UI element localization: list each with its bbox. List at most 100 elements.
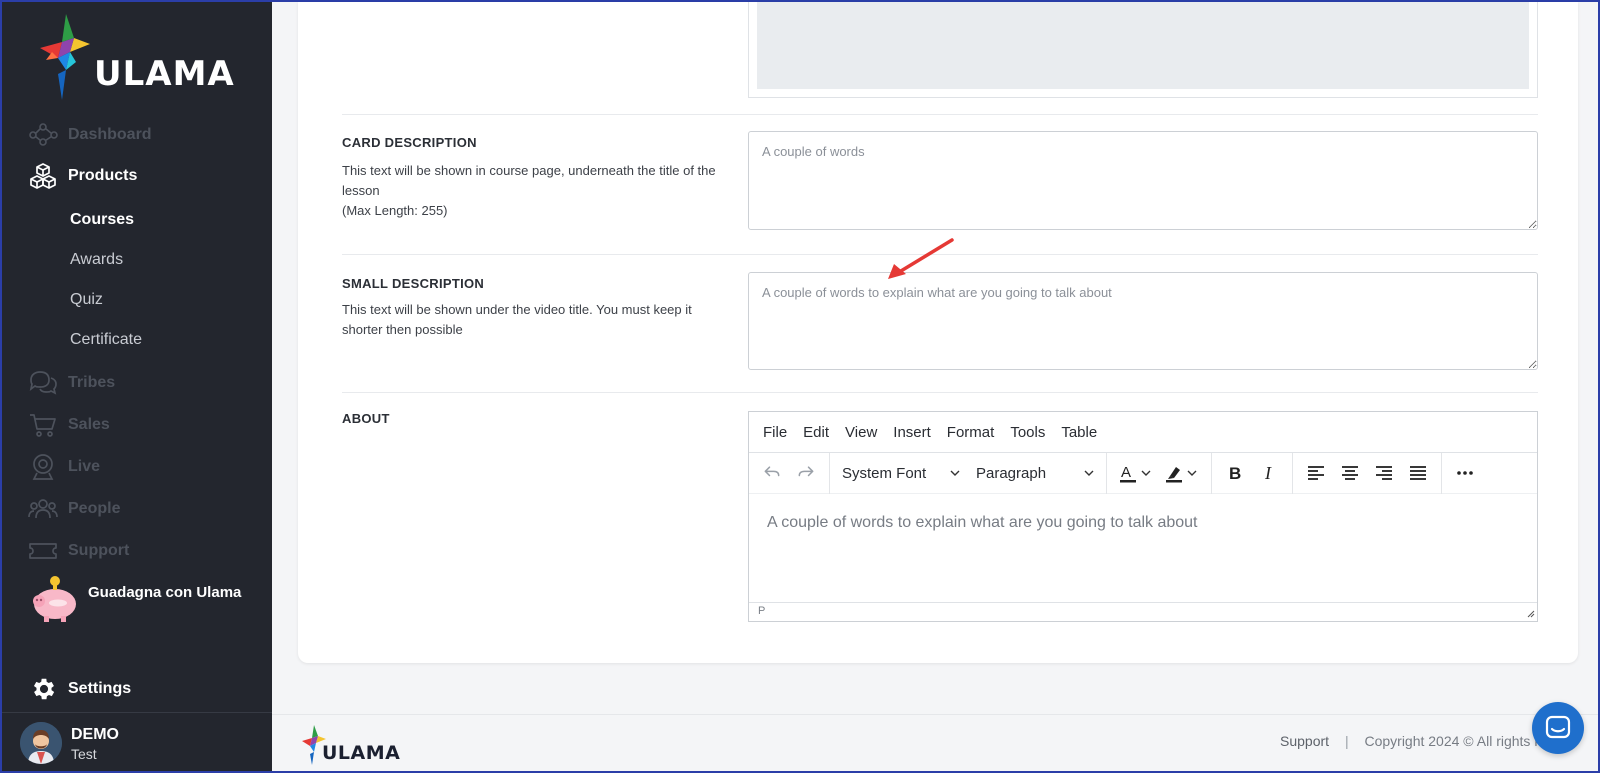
undo-icon (764, 466, 780, 477)
resize-handle-icon[interactable] (1525, 608, 1535, 618)
avatar[interactable] (20, 722, 62, 764)
card-description-max-length: (Max Length: 255) (342, 203, 448, 218)
svg-text:A: A (1121, 464, 1131, 481)
gear-icon (33, 678, 55, 700)
sidebar-item-sales[interactable]: Sales (28, 408, 110, 442)
footer-support-link[interactable]: Support (1280, 733, 1329, 749)
menu-tools[interactable]: Tools (1010, 424, 1045, 441)
cart-icon (28, 410, 62, 440)
chat-icon (1545, 715, 1571, 739)
bird-logo-icon: ULAMA (302, 725, 400, 765)
sidebar-subitem-quiz[interactable]: Quiz (70, 291, 103, 309)
card-description-textarea[interactable] (748, 131, 1538, 230)
sidebar-item-tribes[interactable]: Tribes (28, 366, 115, 400)
menu-file[interactable]: File (763, 424, 787, 441)
chat-launcher-button[interactable] (1532, 702, 1584, 754)
lesson-form-card: CARD DESCRIPTION This text will be shown… (298, 2, 1578, 663)
font-family-select[interactable]: System Font (834, 457, 968, 489)
section-divider (342, 392, 1538, 393)
sidebar-item-label: Products (68, 167, 138, 184)
block-format-select[interactable]: Paragraph (968, 457, 1102, 489)
menu-insert[interactable]: Insert (893, 424, 931, 441)
editor-statusbar: P (749, 602, 1537, 620)
highlight-color-button[interactable] (1159, 457, 1205, 489)
align-right-button[interactable] (1367, 457, 1401, 489)
align-left-icon (1308, 466, 1324, 480)
text-color-button[interactable]: A (1113, 457, 1159, 489)
undo-button[interactable] (755, 457, 789, 489)
sidebar-subitem-certificate[interactable]: Certificate (70, 331, 142, 349)
format-select-group: System Font Paragraph (830, 452, 1107, 494)
chevron-down-icon (1084, 470, 1094, 476)
svg-text:B: B (1229, 464, 1241, 483)
align-justify-icon (1410, 466, 1426, 480)
history-group (749, 452, 830, 494)
sidebar-item-label: People (68, 500, 121, 517)
svg-text:ULAMA: ULAMA (322, 742, 400, 764)
small-description-textarea[interactable] (748, 272, 1538, 370)
italic-icon: I (1264, 463, 1272, 483)
sidebar-item-products[interactable]: Products (28, 159, 137, 193)
brand-name: ULAMA (94, 54, 235, 94)
user-name: DEMO (71, 726, 119, 743)
menu-edit[interactable]: Edit (803, 424, 829, 441)
sidebar-item-live[interactable]: Live (28, 450, 100, 484)
sidebar-item-label: Tribes (68, 374, 116, 391)
people-icon (28, 494, 62, 524)
element-path[interactable]: P (758, 605, 765, 617)
sidebar-item-label: Dashboard (68, 126, 152, 143)
about-rich-text-editor: File Edit View Insert Format Tools Table… (748, 411, 1538, 622)
footer-separator: | (1344, 733, 1349, 749)
about-title: ABOUT (342, 411, 390, 426)
footer-logo[interactable]: ULAMA (300, 724, 410, 766)
redo-button[interactable] (789, 457, 823, 489)
card-description-help: This text will be shown in course page, … (342, 161, 722, 221)
media-preview-box (748, 2, 1538, 98)
editor-content-area[interactable]: A couple of words to explain what are yo… (749, 494, 1537, 602)
menu-format[interactable]: Format (947, 424, 995, 441)
sidebar-item-people[interactable]: People (28, 492, 120, 526)
bold-button[interactable]: B (1218, 457, 1252, 489)
more-button[interactable] (1448, 457, 1482, 489)
align-left-button[interactable] (1299, 457, 1333, 489)
font-family-value: System Font (842, 464, 927, 482)
ticket-icon (28, 536, 62, 566)
footer-links: Support | Copyright 2024 © All rights re… (1280, 733, 1554, 749)
align-right-icon (1376, 466, 1392, 480)
menu-table[interactable]: Table (1061, 424, 1097, 441)
card-description-title: CARD DESCRIPTION (342, 135, 477, 150)
sidebar-item-settings[interactable]: Settings (30, 675, 131, 703)
dashboard-icon (28, 120, 62, 150)
sidebar-item-label: Live (68, 458, 101, 475)
sidebar: ULAMA Dashboard Products Courses Awards … (2, 2, 272, 771)
card-description-help-text: This text will be shown in course page, … (342, 163, 716, 198)
text-color-icon: A (1120, 464, 1151, 483)
footer-copyright: Copyright 2024 © All rights res (1364, 733, 1554, 749)
small-description-title: SMALL DESCRIPTION (342, 276, 485, 291)
sidebar-promo-guadagna[interactable]: Guadagna con Ulama (28, 572, 241, 624)
sidebar-item-label: Sales (68, 416, 110, 433)
piggy-bank-icon (33, 576, 76, 622)
block-format-value: Paragraph (976, 464, 1047, 482)
annotation-arrow-icon (888, 238, 954, 279)
sidebar-item-dashboard[interactable]: Dashboard (28, 118, 152, 152)
media-preview-area[interactable] (757, 2, 1529, 89)
cubes-icon (28, 161, 62, 191)
sidebar-subitem-awards[interactable]: Awards (70, 251, 123, 269)
chevron-down-icon (950, 470, 960, 476)
user-role: Test (71, 746, 97, 762)
ulama-logo[interactable]: ULAMA (36, 12, 246, 104)
bird-logo-icon (40, 14, 90, 100)
bold-icon: B (1229, 464, 1241, 483)
small-description-help: This text will be shown under the video … (342, 302, 692, 337)
align-justify-button[interactable] (1401, 457, 1435, 489)
italic-button[interactable]: I (1252, 457, 1286, 489)
align-center-button[interactable] (1333, 457, 1367, 489)
more-dots-icon (1457, 471, 1473, 475)
section-divider (342, 114, 1538, 115)
style-group: B I (1212, 452, 1293, 494)
sidebar-item-support[interactable]: Support (28, 534, 129, 568)
sidebar-subitem-courses[interactable]: Courses (70, 211, 134, 229)
menu-view[interactable]: View (845, 424, 877, 441)
user-divider (2, 712, 272, 713)
